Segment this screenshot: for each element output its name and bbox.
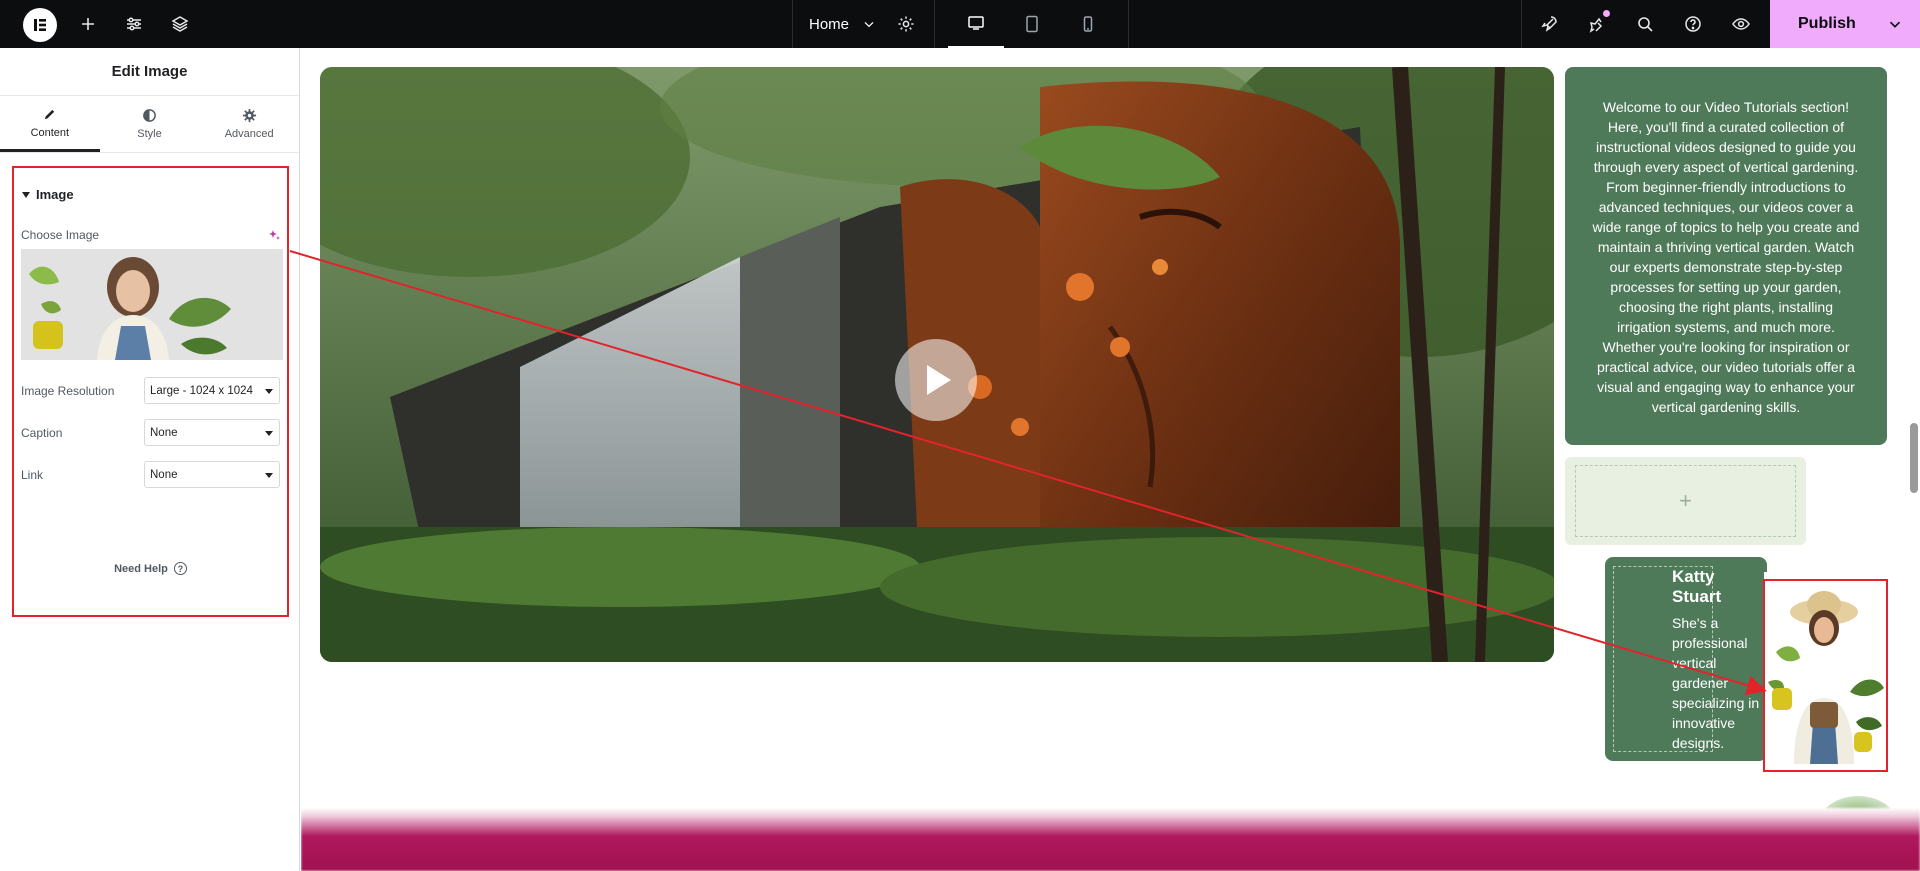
editor-panel: Edit Image Content Style Advanced Image …: [0, 48, 300, 871]
tab-advanced[interactable]: Advanced: [199, 96, 299, 152]
notifications-icon[interactable]: [1573, 0, 1621, 48]
page-canvas: Welcome to our Video Tutorials section! …: [301, 48, 1920, 871]
desktop-icon[interactable]: [948, 0, 1004, 48]
scrollbar[interactable]: [1910, 423, 1918, 493]
mobile-icon[interactable]: [1060, 0, 1116, 48]
panel-tabs: Content Style Advanced: [0, 96, 299, 153]
resolution-select[interactable]: Large - 1024 x 1024: [144, 377, 280, 404]
tab-style[interactable]: Style: [100, 96, 200, 152]
elementor-logo-icon[interactable]: [23, 8, 57, 42]
add-element-icon[interactable]: +: [1575, 465, 1796, 537]
play-button[interactable]: [895, 339, 977, 421]
link-label: Link: [21, 467, 44, 482]
empty-column[interactable]: +: [1565, 457, 1806, 545]
section-header[interactable]: Image: [22, 187, 287, 202]
caption-select[interactable]: None: [144, 419, 280, 446]
resolution-label: Image Resolution: [21, 383, 115, 398]
chevron-down-icon: [864, 21, 874, 28]
caret-down-icon: [265, 389, 273, 394]
search-icon[interactable]: [1621, 0, 1669, 48]
need-help-label: Need Help: [114, 562, 168, 575]
layers-icon[interactable]: [156, 0, 204, 48]
section-title: Image: [36, 187, 74, 202]
add-icon[interactable]: [64, 0, 112, 48]
help-circle-icon: ?: [173, 562, 187, 575]
contrast-icon: [143, 109, 156, 122]
caret-down-icon: [22, 191, 30, 198]
pencil-icon: [45, 109, 55, 119]
divider: [1128, 0, 1129, 48]
settings-sliders-icon[interactable]: [110, 0, 158, 48]
panel-title: Edit Image: [0, 48, 299, 96]
ai-sparkle-icon[interactable]: [268, 229, 280, 241]
top-bar: Home Publish: [0, 0, 1920, 48]
image-thumbnail[interactable]: [21, 249, 283, 360]
publish-button[interactable]: Publish: [1770, 0, 1920, 48]
choose-image-label: Choose Image: [21, 228, 100, 242]
gear-icon: [242, 108, 256, 123]
page-selector[interactable]: Home: [809, 0, 877, 48]
caption-value: None: [150, 426, 178, 439]
image-section: Image Choose Image Image Resolution Larg…: [12, 166, 289, 617]
tab-label: Style: [137, 128, 162, 140]
tutorial-intro-text: Welcome to our Video Tutorials section! …: [1592, 99, 1860, 415]
caption-label: Caption: [21, 425, 63, 440]
chevron-down-icon[interactable]: [1886, 15, 1904, 33]
profile-name: Katty Stuart: [1672, 567, 1722, 606]
caption-row: Caption None: [21, 419, 280, 446]
preview-eye-icon[interactable]: [1717, 0, 1765, 48]
publish-label: Publish: [1798, 15, 1856, 32]
help-icon[interactable]: [1669, 0, 1717, 48]
link-select[interactable]: None: [144, 461, 280, 488]
selected-element-outline: [1763, 579, 1888, 772]
link-value: None: [150, 468, 178, 481]
notification-dot: [1603, 10, 1610, 17]
resolution-row: Image Resolution Large - 1024 x 1024: [21, 377, 280, 404]
resolution-value: Large - 1024 x 1024: [150, 384, 253, 397]
tablet-icon[interactable]: [1004, 0, 1060, 48]
need-help-link[interactable]: Need Help ?: [14, 562, 287, 575]
tutorial-intro-box[interactable]: Welcome to our Video Tutorials section! …: [1565, 67, 1887, 445]
divider: [934, 0, 935, 48]
divider: [792, 0, 793, 48]
tab-label: Advanced: [224, 128, 274, 140]
link-row: Link None: [21, 461, 280, 488]
tab-label: Content: [30, 126, 70, 139]
choose-image-row: Choose Image: [21, 228, 280, 242]
divider: [1521, 0, 1522, 48]
launchpad-icon[interactable]: [1525, 0, 1573, 48]
tab-content[interactable]: Content: [0, 96, 100, 152]
video-widget[interactable]: [320, 67, 1554, 662]
page-settings-gear-icon[interactable]: [882, 0, 930, 48]
caret-down-icon: [265, 473, 273, 478]
profile-bio: She's a professional vertical gardener s…: [1672, 615, 1760, 751]
caret-down-icon: [265, 431, 273, 436]
play-icon: [927, 365, 951, 395]
footer-band: [301, 808, 1920, 871]
page-name: Home: [809, 15, 850, 33]
